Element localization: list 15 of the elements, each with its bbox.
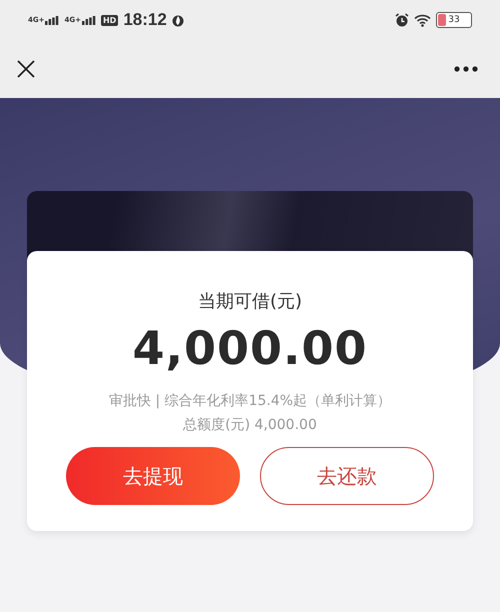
alarm-icon bbox=[395, 13, 409, 27]
rate-info: 审批快 | 综合年化利率15.4%起（单利计算） bbox=[108, 392, 392, 411]
card-label: 当期可借(元) bbox=[198, 290, 302, 313]
total-limit: 总额度(元) 4,000.00 bbox=[183, 416, 317, 435]
more-icon[interactable] bbox=[454, 66, 478, 72]
available-amount: 4,000.00 bbox=[132, 321, 368, 375]
signal-icon bbox=[45, 16, 60, 24]
withdraw-button[interactable]: 去提现 bbox=[66, 447, 240, 505]
wifi-icon bbox=[414, 14, 431, 26]
close-icon[interactable] bbox=[16, 59, 36, 79]
repay-button[interactable]: 去还款 bbox=[260, 447, 434, 505]
status-time: 18:12 bbox=[123, 10, 167, 30]
hd-badge: HD bbox=[100, 14, 118, 26]
signal-icon bbox=[82, 16, 96, 24]
battery-indicator: 33 bbox=[436, 12, 472, 28]
